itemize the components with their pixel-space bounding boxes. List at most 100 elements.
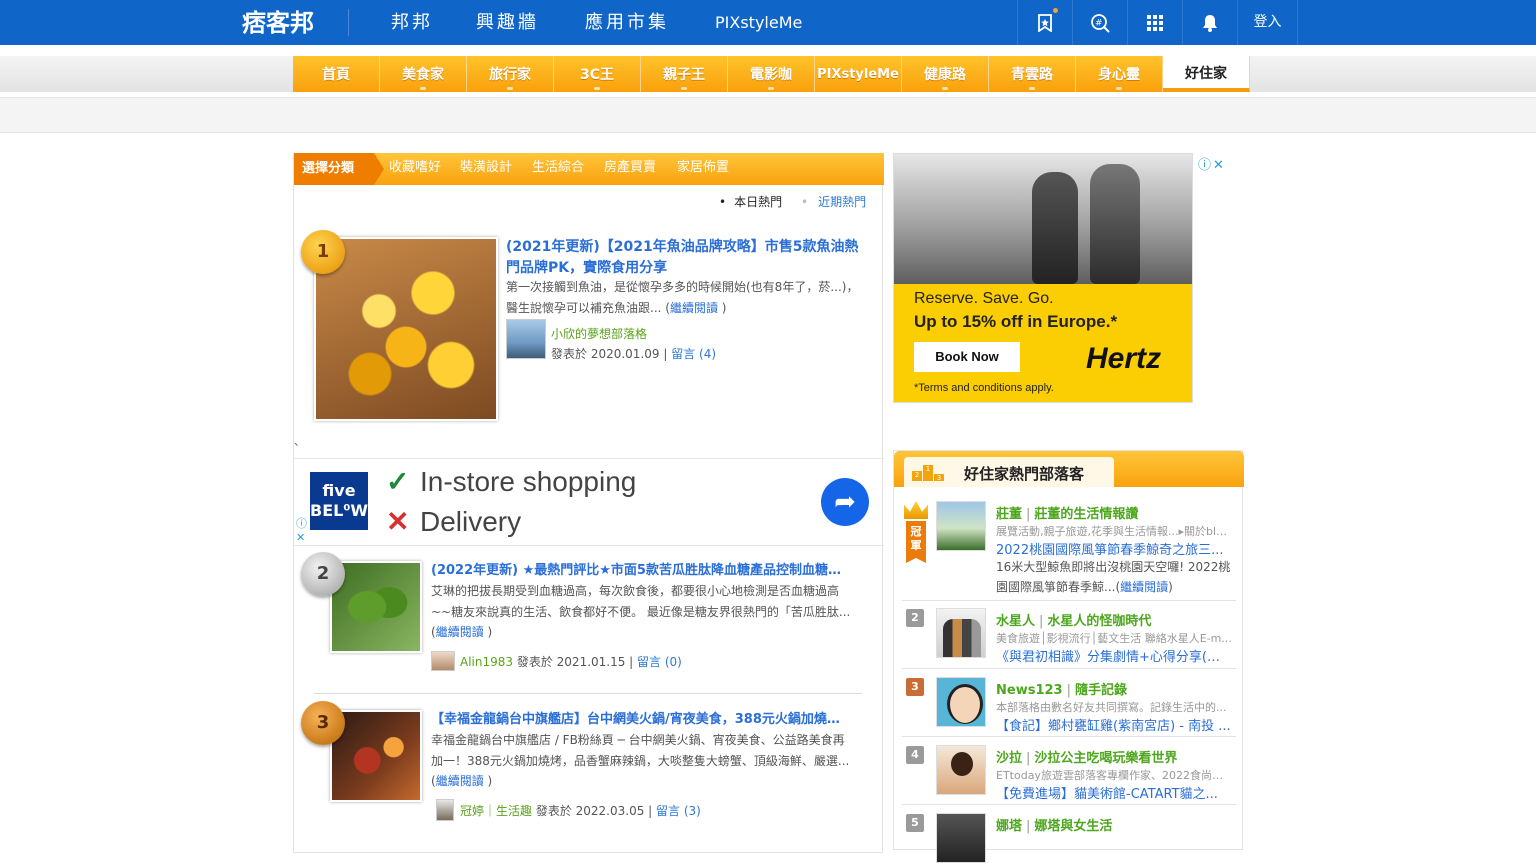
adchoices-icon[interactable]: ⓘ✕ (1198, 154, 1226, 173)
post-title[interactable]: (2022年更新) ★最熱門評比★市面5款苦瓜胜肽降血糖產品控制血糖的推薦 (431, 560, 845, 581)
blogger-item[interactable]: 4 沙拉 | 沙拉公主吃喝玩樂看世界 ETtoday旅遊雲部落客專欄作家、2022食… (902, 737, 1236, 805)
ad-info-icon[interactable]: ⓘ (296, 515, 307, 531)
blogger-item[interactable]: 3 News123 | 隨手記錄 本部落格由數名好友共同撰寫。記錄生活中的... 【… (902, 669, 1236, 737)
blogger-name[interactable]: 娜塔 | 娜塔與女生活 (996, 815, 1112, 834)
subtab-collecting[interactable]: 收藏嗜好 (389, 153, 441, 185)
blogger-latest-post[interactable]: 【食記】鄉村甕缸雞(紫南宮店) - 南投 ... (996, 715, 1232, 734)
hot-today-tab[interactable]: 本日熱門 (719, 193, 782, 210)
category-career[interactable]: 青雲路 (989, 56, 1076, 92)
search-button[interactable]: # (1072, 0, 1127, 45)
cross-icon: ✕ (386, 506, 410, 537)
comment-link[interactable]: 留言 (3) (656, 804, 701, 818)
apps-button[interactable] (1127, 0, 1182, 45)
hot-bloggers-tab: 2 1 3 好住家熱門部落客 (904, 457, 1114, 487)
comment-link[interactable]: 留言 (4) (671, 347, 716, 361)
post-meta: 冠婷｜生活趣 發表於 2022.03.05 | 留言 (3) (460, 804, 701, 818)
author-avatar[interactable] (431, 651, 455, 671)
post-meta: 發表於 2020.01.09 | 留言 (4) (551, 347, 717, 361)
champion-crown-icon: 冠軍 (904, 501, 928, 563)
hertz-advertisement[interactable]: Reserve. Save. Go. Up to 15% off in Euro… (893, 153, 1193, 403)
blogger-post-excerpt: 16米大型鯨魚即將出沒桃園天空囉! 2022桃園國際風箏節春季鯨...(繼續閱讀… (996, 560, 1231, 594)
post-thumbnail[interactable] (314, 237, 498, 421)
read-more-link[interactable]: 繼續閱讀 (436, 625, 484, 639)
notification-button[interactable] (1182, 0, 1237, 45)
svg-text:#: # (1095, 18, 1103, 28)
author-avatar[interactable] (436, 799, 454, 821)
hot-recent-tab[interactable]: 近期熱門 (801, 193, 866, 210)
category-parenting[interactable]: 親子王 (641, 56, 728, 92)
blogger-latest-post[interactable]: 2022桃園國際風箏節春季鯨奇之旅三... (996, 539, 1232, 558)
category-health[interactable]: 健康路 (902, 56, 989, 92)
category-home-living[interactable]: 好住家 (1163, 56, 1250, 92)
ad-bottom-panel: Reserve. Save. Go. Up to 15% off in Euro… (894, 284, 1192, 402)
logo-divider (348, 9, 349, 36)
category-mind[interactable]: 身心靈 (1076, 56, 1163, 92)
post-excerpt: 幸福金龍鍋台中旗艦店 / FB粉絲頁 ─ 台中網美火鍋、宵夜美食、公益路美食再加… (431, 733, 850, 788)
blogger-description: ETtoday旅遊雲部落客專欄作家、2022食尚玩... (996, 769, 1232, 782)
blogger-item[interactable]: 2 水星人 | 水星人的怪咖時代 美食旅遊│影視流行│藝文生活 聯絡水星人E-m..… (902, 601, 1236, 669)
blogger-name[interactable]: News123 | 隨手記錄 (996, 679, 1127, 698)
blogger-avatar[interactable] (936, 813, 986, 863)
comment-link[interactable]: 留言 (0) (637, 655, 682, 669)
top-bar: 痞客邦 邦邦 興趣牆 應用市集 PIXstyleMe # 登入 (0, 0, 1536, 45)
blogger-description: 美食旅遊│影視流行│藝文生活 聯絡水星人E-m... (996, 632, 1232, 645)
nav-interest-wall[interactable]: 興趣牆 (476, 0, 539, 45)
category-home[interactable]: 首頁 (293, 56, 380, 92)
blogger-item[interactable]: 冠軍 莊董 | 莊董的生活情報讚 展覽活動,親子旅遊,花季與生活情報...▸關於bl… (902, 497, 1236, 601)
ad-terms: *Terms and conditions apply. (914, 382, 1054, 394)
author-avatar[interactable] (506, 319, 546, 359)
category-travel[interactable]: 旅行家 (467, 56, 554, 92)
rank-badge-2: 2 (301, 552, 345, 596)
hot-posts-panel: 選擇分類 收藏嗜好 裝潢設計 生活綜合 房產買賣 家居佈置 本日熱門 近期熱門 … (293, 153, 884, 853)
nav-app-market[interactable]: 應用市集 (585, 0, 669, 45)
login-button[interactable]: 登入 (1237, 0, 1298, 45)
subtab-home-decor[interactable]: 家居佈置 (677, 153, 729, 185)
blogger-latest-post[interactable]: 《與君初相識》分集劇情+心得分享(第... (996, 646, 1232, 665)
blogger-avatar[interactable] (936, 608, 986, 658)
site-logo[interactable]: 痞客邦 (242, 7, 318, 39)
category-food[interactable]: 美食家 (380, 56, 467, 92)
read-more-link[interactable]: 繼續閱讀 (436, 774, 484, 788)
category-bar: 首頁 美食家 旅行家 3C王 親子王 電影咖 PIXstyleMe 健康路 青雲… (293, 56, 1250, 92)
subtab-living[interactable]: 生活綜合 (532, 153, 584, 185)
category-3c[interactable]: 3C王 (554, 56, 641, 92)
category-pixstyleme[interactable]: PIXstyleMe (815, 56, 902, 92)
blogger-rank-badge: 3 (906, 678, 924, 696)
divider (314, 693, 862, 694)
subtab-interior-design[interactable]: 裝潢設計 (460, 153, 512, 185)
ad-line-delivery: ✕ Delivery (386, 506, 522, 537)
post-title[interactable]: (2021年更新)【2021年魚油品牌攻略】市售5款魚油熱門品牌PK，實際食用分… (506, 237, 866, 279)
blogger-name[interactable]: 莊董 | 莊董的生活情報讚 (996, 503, 1138, 522)
post-author[interactable]: 小欣的夢想部落格 (551, 325, 647, 342)
post-title[interactable]: 【幸福金龍鍋台中旗艦店】台中網美火鍋/宵夜美食，388元火鍋加燒烤吃到飽 (431, 709, 849, 730)
search-icon: # (1091, 13, 1110, 33)
read-more-link[interactable]: 繼續閱讀 (1120, 580, 1168, 594)
read-more-link[interactable]: 繼續閱讀 (670, 301, 718, 315)
blogger-avatar[interactable] (936, 677, 986, 727)
blogger-item[interactable]: 5 娜塔 | 娜塔與女生活 (902, 805, 1236, 863)
blogger-latest-post[interactable]: 【免費進場】貓美術館-CATART貓之... (996, 783, 1232, 802)
book-now-button[interactable]: Book Now (914, 342, 1020, 372)
post-meta: Alin1983 發表於 2021.01.15 | 留言 (0) (460, 655, 682, 669)
blogger-avatar[interactable] (936, 745, 986, 795)
blogger-rank-badge: 4 (906, 746, 924, 764)
hot-bloggers-title: 好住家熱門部落客 (964, 465, 1085, 483)
bookmark-button[interactable] (1017, 0, 1072, 45)
select-category-tab[interactable]: 選擇分類 (294, 153, 384, 185)
post-author[interactable]: Alin1983 (460, 655, 513, 669)
ad-brand-logo: five BEL⁰W (310, 472, 368, 530)
blogger-name[interactable]: 沙拉 | 沙拉公主吃喝玩樂看世界 (996, 747, 1177, 766)
ad-close-icon[interactable]: ✕ (296, 531, 305, 544)
blogger-avatar[interactable] (936, 501, 986, 551)
blogger-name[interactable]: 水星人 | 水星人的怪咖時代 (996, 610, 1151, 629)
advertisement-banner[interactable]: five BEL⁰W ✓ In-store shopping ✕ Delivery … (294, 458, 884, 546)
hot-bloggers-panel: 2 1 3 好住家熱門部落客 冠軍 莊董 | 莊董的生活情報讚 展覽活動,親子旅遊,… (893, 450, 1244, 863)
category-movie[interactable]: 電影咖 (728, 56, 815, 92)
post-author[interactable]: 冠婷｜生活趣 (460, 804, 532, 818)
nav-bangbang[interactable]: 邦邦 (391, 0, 433, 45)
directions-arrow-icon[interactable]: ➦ (821, 478, 869, 526)
nav-pixstyleme[interactable]: PIXstyleMe (715, 0, 802, 45)
ad-photo (894, 154, 1192, 284)
subtab-real-estate[interactable]: 房產買賣 (604, 153, 656, 185)
notification-dot (1053, 8, 1058, 13)
